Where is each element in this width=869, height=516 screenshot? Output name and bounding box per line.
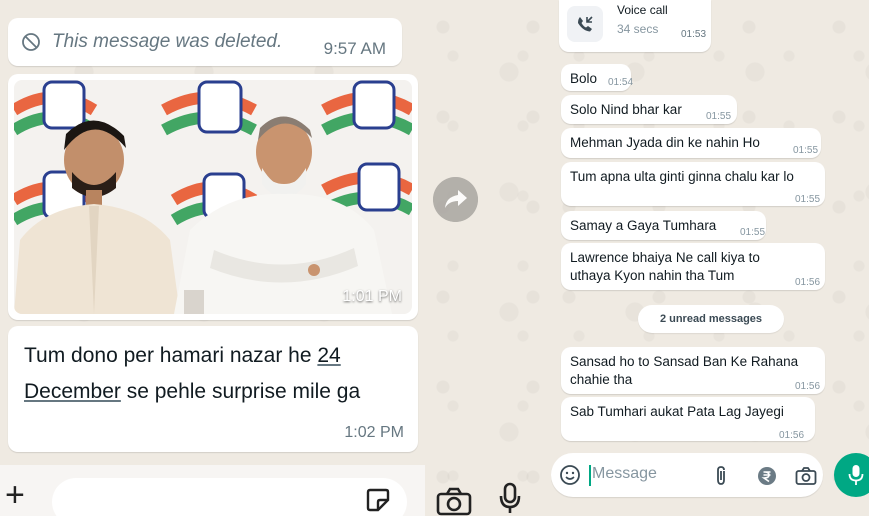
paperclip-icon[interactable]	[713, 465, 729, 487]
middle-chat-area	[425, 0, 551, 516]
call-icon-container	[567, 6, 603, 42]
text-message-bubble[interactable]: Tum dono per hamari nazar he 24 December…	[8, 326, 418, 452]
unread-divider: 2 unread messages	[638, 305, 784, 333]
message-text: Sansad ho to Sansad Ban Ke Rahana chahie…	[570, 354, 799, 387]
emoji-icon[interactable]	[559, 464, 581, 486]
message-bubble[interactable]: Tum apna ulta ginti ginna chalu kar lo 0…	[561, 162, 825, 206]
message-input[interactable]: Message	[551, 453, 823, 497]
text-caret	[589, 465, 591, 486]
call-title: Voice call	[617, 3, 668, 17]
message-text: Tum apna ulta ginti ginna chalu kar lo	[570, 169, 794, 184]
message-time: 01:54	[608, 77, 634, 88]
mic-icon[interactable]	[498, 482, 522, 514]
message-time: 01:56	[779, 430, 805, 441]
message-bubble[interactable]: Samay a Gaya Tumhara 01:55	[561, 211, 766, 240]
message-text: Bolo	[570, 71, 598, 86]
message-bubble[interactable]: Sab Tumhari aukat Pata Lag Jayegi 01:56	[561, 397, 815, 441]
right-chat-pane: Voice call 34 secs 01:53 Bolo 01:54 Solo…	[551, 0, 869, 516]
rupee-icon[interactable]	[757, 466, 777, 486]
camera-icon[interactable]	[795, 466, 817, 486]
deleted-message-text: This message was deleted.	[52, 31, 283, 52]
message-placeholder: Message	[592, 465, 657, 482]
message-time: 01:55	[793, 145, 819, 156]
photo-message-bubble[interactable]: 1:01 PM	[8, 74, 418, 320]
message-time: 01:56	[795, 277, 821, 288]
message-bubble[interactable]: Lawrence bhaiya Ne call kiya to uthaya K…	[561, 243, 825, 290]
message-time: 01:55	[740, 227, 766, 238]
left-message-input[interactable]	[52, 478, 407, 516]
voice-record-button[interactable]	[834, 453, 869, 497]
sticker-icon[interactable]	[364, 486, 392, 514]
message-text: Mehman Jyada din ke nahin Ho	[570, 135, 760, 150]
message-text: Sab Tumhari aukat Pata Lag Jayegi	[570, 404, 784, 419]
deleted-message-bubble[interactable]: This message was deleted. 9:57 AM	[8, 18, 402, 66]
mic-icon	[848, 465, 864, 485]
message-text: Samay a Gaya Tumhara	[570, 218, 717, 233]
message-text: Solo Nind bhar kar	[570, 102, 682, 117]
message-bubble[interactable]: Sansad ho to Sansad Ban Ke Rahana chahie…	[561, 347, 825, 394]
forward-icon[interactable]	[433, 177, 478, 222]
message-time: 01:55	[795, 194, 821, 205]
call-time: 01:53	[681, 29, 707, 40]
left-chat-pane: This message was deleted. 9:57 AM 1:01 P…	[0, 0, 425, 516]
text-message-body: Tum dono per hamari nazar he 24 December…	[24, 338, 399, 410]
plus-icon[interactable]: +	[5, 478, 25, 512]
text-message-part: Tum dono per hamari nazar he	[24, 344, 318, 367]
photo-image[interactable]: 1:01 PM	[14, 80, 412, 314]
message-bubble[interactable]: Mehman Jyada din ke nahin Ho 01:55	[561, 128, 821, 158]
text-message-part: se pehle surprise mile ga	[120, 380, 361, 403]
deleted-message-time: 9:57 AM	[323, 39, 386, 58]
message-bubble[interactable]: Bolo 01:54	[561, 64, 634, 91]
message-time: 01:56	[795, 381, 821, 392]
ban-icon	[22, 33, 40, 51]
photo-message-time: 1:01 PM	[342, 288, 402, 305]
message-text: Lawrence bhaiya Ne call kiya to uthaya K…	[570, 250, 760, 283]
call-duration: 34 secs	[617, 22, 659, 36]
phone-incoming-icon	[578, 16, 593, 32]
camera-icon[interactable]	[436, 486, 472, 516]
message-bubble[interactable]: Solo Nind bhar kar 01:55	[561, 95, 737, 124]
text-message-time: 1:02 PM	[344, 424, 404, 441]
photo-illustration	[14, 80, 412, 314]
voice-call-bubble[interactable]: Voice call 34 secs 01:53	[559, 0, 711, 52]
message-time: 01:55	[706, 111, 732, 122]
